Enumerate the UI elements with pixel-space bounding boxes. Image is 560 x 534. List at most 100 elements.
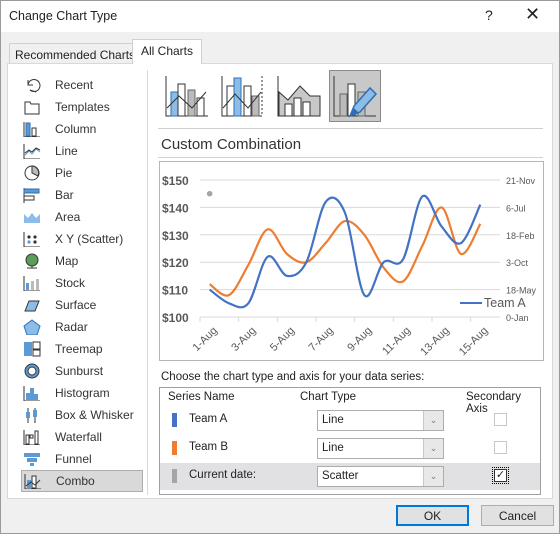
- funnel-chart-icon: [23, 451, 41, 467]
- column-chart-icon: [23, 121, 41, 137]
- sidebar-item-column[interactable]: Column: [13, 118, 143, 140]
- series-row[interactable]: Team A Line ⌄: [160, 407, 540, 434]
- sidebar-item-radar[interactable]: Radar: [13, 316, 143, 338]
- chart-category-list: Recent Templates Column Line Pie Bar Area X Y (…: [13, 74, 143, 492]
- sidebar-item-label: Sunburst: [55, 364, 104, 378]
- series-line-team-a: [209, 194, 482, 309]
- sidebar-item-label: Map: [55, 254, 79, 268]
- secondary-y-tick-label: 18-May: [506, 286, 537, 296]
- chart-type-dropdown[interactable]: Scatter ⌄: [317, 466, 444, 487]
- title-bar: Change Chart Type ? ✕: [1, 1, 559, 32]
- sidebar-item-label: Line: [55, 144, 78, 158]
- y-tick-label: $130: [162, 229, 189, 243]
- sidebar-item-label: Radar: [55, 320, 88, 334]
- sidebar-item-stock[interactable]: Stock: [13, 272, 143, 294]
- sidebar-item-label: Bar: [55, 188, 74, 202]
- scatter-chart-icon: [23, 231, 41, 247]
- stock-chart-icon: [23, 275, 41, 291]
- y-tick-label: $110: [162, 284, 188, 298]
- y-tick-label: $140: [162, 201, 189, 215]
- surface-chart-icon: [23, 297, 41, 313]
- tab-all-charts[interactable]: All Charts: [132, 39, 203, 64]
- sidebar-item-x-y-scatter[interactable]: X Y (Scatter): [13, 228, 143, 250]
- sidebar-item-funnel[interactable]: Funnel: [13, 448, 143, 470]
- series-name: Team B: [189, 441, 228, 453]
- x-tick-label: 7-Aug: [307, 325, 336, 354]
- chevron-down-icon[interactable]: ⌄: [423, 467, 443, 486]
- clustered-column-line-icon: [165, 76, 208, 117]
- chart-type-value: Line: [322, 442, 344, 454]
- sidebar-divider: [147, 70, 148, 495]
- series-name: Team A: [189, 413, 228, 425]
- chart-type-dropdown[interactable]: Line ⌄: [317, 438, 444, 459]
- help-button[interactable]: ?: [485, 7, 493, 23]
- sidebar-item-label: Combo: [56, 474, 95, 488]
- y-tick-label: $100: [162, 311, 189, 325]
- sidebar-item-label: Box & Whisker: [55, 408, 134, 422]
- subtype-stacked-area-column[interactable]: [273, 70, 325, 122]
- pie-chart-icon: [23, 165, 41, 181]
- sidebar-item-box-whisker[interactable]: Box & Whisker: [13, 404, 143, 426]
- change-chart-type-dialog: Change Chart Type ? ✕ Recommended Charts…: [0, 0, 560, 534]
- header-chart-type: Chart Type: [300, 391, 357, 403]
- series-row[interactable]: Current date: Scatter ⌄ ✓: [160, 463, 540, 490]
- sidebar-item-histogram[interactable]: Histogram: [13, 382, 143, 404]
- stacked-area-column-icon: [277, 76, 321, 117]
- x-tick-label: 3-Aug: [229, 325, 258, 354]
- subtype-custom-combination[interactable]: [329, 70, 381, 122]
- chart-preview: $100 $110 $120 $130 $140 $150 0-Jan 18-May 3-Oct…: [159, 161, 544, 361]
- series-color-swatch: [172, 413, 177, 427]
- y-tick-label: $150: [162, 174, 189, 188]
- waterfall-chart-icon: [23, 429, 41, 445]
- legend-label-team-a: Team A: [484, 296, 526, 310]
- subtype-clustered-column-line[interactable]: [161, 70, 213, 122]
- chart-type-dropdown[interactable]: Line ⌄: [317, 410, 444, 431]
- sidebar-item-pie[interactable]: Pie: [13, 162, 143, 184]
- tab-recommended-charts[interactable]: Recommended Charts: [9, 43, 142, 65]
- series-line-team-b: [209, 206, 482, 297]
- custom-combination-pencil-icon: [333, 76, 378, 118]
- sidebar-item-bar[interactable]: Bar: [13, 184, 143, 206]
- sunburst-chart-icon: [23, 363, 41, 379]
- chevron-down-icon[interactable]: ⌄: [423, 439, 443, 458]
- secondary-axis-checkbox[interactable]: ✓: [492, 467, 509, 484]
- cancel-button[interactable]: Cancel: [481, 505, 554, 526]
- sidebar-item-map[interactable]: Map: [13, 250, 143, 272]
- sidebar-item-label: Column: [55, 122, 97, 136]
- box-whisker-chart-icon: [23, 407, 41, 423]
- subtype-clustered-column-line-secondary[interactable]: [217, 70, 269, 122]
- sidebar-item-sunburst[interactable]: Sunburst: [13, 360, 143, 382]
- sidebar-item-line[interactable]: Line: [13, 140, 143, 162]
- sidebar-item-templates[interactable]: Templates: [13, 96, 143, 118]
- radar-chart-icon: [23, 319, 41, 335]
- dialog-title: Change Chart Type: [9, 9, 118, 23]
- sidebar-item-surface[interactable]: Surface: [13, 294, 143, 316]
- sidebar-item-waterfall[interactable]: Waterfall: [13, 426, 143, 448]
- secondary-axis-checkbox[interactable]: [494, 413, 507, 426]
- chart-type-value: Scatter: [322, 470, 359, 482]
- sidebar-item-label: Waterfall: [55, 430, 102, 444]
- x-tick-label: 9-Aug: [345, 325, 374, 354]
- sidebar-item-area[interactable]: Area: [13, 206, 143, 228]
- secondary-y-tick-label: 0-Jan: [506, 313, 529, 323]
- area-chart-icon: [23, 209, 41, 225]
- series-row[interactable]: Team B Line ⌄: [160, 435, 540, 462]
- secondary-y-tick-label: 6-Jul: [506, 203, 526, 213]
- x-tick-label: 13-Aug: [418, 325, 452, 359]
- sidebar-item-combo[interactable]: Combo: [21, 470, 143, 492]
- sidebar-item-recent[interactable]: Recent: [13, 74, 143, 96]
- sidebar-item-label: Funnel: [55, 452, 92, 466]
- header-series-name: Series Name: [168, 391, 235, 403]
- map-chart-icon: [23, 253, 41, 269]
- x-tick-label: 5-Aug: [268, 325, 297, 354]
- sidebar-item-treemap[interactable]: Treemap: [13, 338, 143, 360]
- chart-subtype-heading: Custom Combination: [161, 136, 302, 153]
- ok-button[interactable]: OK: [396, 505, 469, 526]
- sidebar-item-label: Surface: [55, 298, 97, 312]
- sidebar-item-label: Pie: [55, 166, 73, 180]
- secondary-y-tick-label: 3-Oct: [506, 258, 529, 268]
- recent-icon: [23, 77, 41, 93]
- secondary-axis-checkbox[interactable]: [494, 441, 507, 454]
- close-button[interactable]: ✕: [525, 4, 540, 25]
- chevron-down-icon[interactable]: ⌄: [423, 411, 443, 430]
